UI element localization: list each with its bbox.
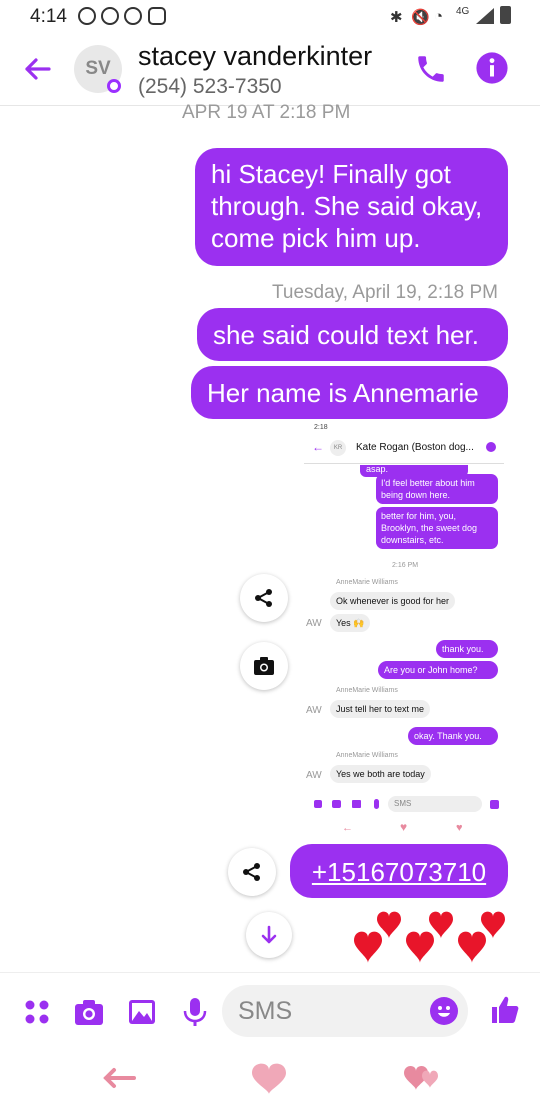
nav-home-icon[interactable] — [250, 1062, 288, 1096]
embed-sent-message: I'd feel better about him being down her… — [376, 474, 498, 504]
embed-info-icon — [486, 442, 496, 452]
mute-icon: 🔇 — [411, 9, 430, 26]
contact-phone: (254) 523-7350 — [138, 75, 282, 98]
embed-received-message: Ok whenever is good for her — [330, 592, 456, 610]
signal-icon — [476, 8, 494, 24]
embed-sender-name: AnneMarie Williams — [336, 687, 398, 694]
heart-icon — [429, 911, 453, 939]
contact-name[interactable]: stacey vanderkinter — [138, 41, 372, 72]
date-stamp: Tuesday, April 19, 2:18 PM — [272, 282, 499, 303]
save-image-button[interactable] — [240, 642, 288, 690]
embed-sender-name: AnneMarie Williams — [336, 579, 398, 586]
embed-received-message: Yes 🙌 — [330, 614, 371, 632]
message-composer: SMS — [0, 972, 540, 1054]
wifi-icon: ◔ — [434, 8, 444, 25]
embed-sent-message: better for him, you, Brooklyn, the sweet… — [376, 507, 498, 549]
nav-recents-icon[interactable] — [402, 1064, 442, 1094]
share-icon — [255, 589, 272, 607]
microphone-icon[interactable] — [180, 997, 210, 1027]
battery-icon — [500, 6, 511, 24]
embed-mic-icon — [374, 799, 379, 809]
embed-received-message: Just tell her to text me — [330, 700, 431, 718]
embed-time-stamp: 2:16 PM — [392, 562, 419, 569]
share-button[interactable] — [228, 848, 276, 896]
embed-sender-name: AnneMarie Williams — [336, 752, 398, 759]
embed-avatar: KR — [330, 440, 346, 456]
embed-camera-icon — [332, 800, 341, 808]
embed-sender-avatar: AW — [306, 618, 322, 629]
sms-placeholder: SMS — [238, 997, 293, 1025]
info-icon[interactable] — [475, 51, 509, 85]
camera-icon — [254, 657, 274, 675]
embed-status-time: 2:18 — [314, 424, 328, 431]
embed-received-message: Yes we both are today — [330, 765, 431, 783]
embed-contact-name: Kate Rogan (Boston dog... — [356, 442, 474, 453]
embed-header: ← KR Kate Rogan (Boston dog... — [304, 434, 504, 464]
camera-icon[interactable] — [74, 997, 104, 1027]
status-bar: 4:14 ✱ 🔇 ◔ 4G — [0, 0, 540, 34]
app-notification-icon — [101, 7, 119, 25]
back-arrow-icon[interactable] — [22, 54, 52, 84]
apps-icon[interactable] — [22, 997, 52, 1027]
heart-icon — [377, 911, 401, 939]
nav-back-icon[interactable] — [100, 1066, 136, 1090]
embed-nav-home-icon: ♥ — [400, 820, 408, 834]
navigation-bar — [0, 1054, 540, 1110]
sms-badge-icon — [107, 79, 121, 93]
embed-sent-message: okay. Thank you. — [408, 727, 498, 745]
network-label: 4G — [456, 6, 470, 17]
sent-message[interactable]: Her name is Annemarie — [191, 366, 508, 419]
instagram-icon — [148, 7, 166, 25]
bluetooth-icon: ✱ — [390, 9, 403, 26]
embed-nav-back-icon: ← — [342, 822, 353, 834]
hearts-reaction[interactable] — [348, 910, 508, 970]
emoji-icon[interactable] — [430, 997, 458, 1025]
gallery-icon[interactable] — [127, 997, 157, 1027]
share-icon — [243, 863, 260, 881]
embed-gallery-icon — [352, 800, 361, 808]
heart-icon — [458, 931, 486, 963]
scroll-down-button[interactable] — [246, 912, 292, 958]
heart-icon — [481, 911, 505, 939]
heart-icon — [354, 931, 382, 963]
embed-apps-icon — [314, 800, 322, 808]
embed-like-icon — [490, 800, 499, 809]
embed-sender-avatar: AW — [306, 705, 322, 716]
embed-back-icon: ← — [312, 440, 324, 454]
share-button[interactable] — [240, 574, 288, 622]
arrow-down-icon — [261, 925, 277, 944]
embed-nav-recent-icon: ♥ — [456, 822, 463, 834]
shared-screenshot-image[interactable]: 2:18 ← KR Kate Rogan (Boston dog... asap… — [304, 420, 504, 840]
app-notification-icon-2 — [124, 7, 142, 25]
messenger-notification-icon — [78, 7, 96, 25]
status-time: 4:14 — [30, 6, 67, 27]
embed-sender-avatar: AW — [306, 770, 322, 781]
embed-sms-field: SMS — [388, 796, 482, 812]
embed-sent-message: thank you. — [436, 640, 498, 658]
heart-icon — [406, 931, 434, 963]
sent-message[interactable]: she said could text her. — [197, 308, 508, 361]
embed-sent-message: Are you or John home? — [378, 661, 498, 679]
sent-phone-link[interactable]: +15167073710 — [290, 844, 508, 898]
embed-composer: SMS — [304, 794, 504, 814]
conversation-header: SV stacey vanderkinter (254) 523-7350 — [0, 34, 540, 106]
date-stamp: APR 19 AT 2:18 PM — [182, 102, 351, 123]
sent-message[interactable]: hi Stacey! Finally got through. She said… — [195, 148, 508, 266]
phone-call-icon[interactable] — [414, 52, 448, 86]
sms-input[interactable]: SMS — [222, 985, 468, 1037]
thumbs-up-icon[interactable] — [490, 995, 520, 1025]
